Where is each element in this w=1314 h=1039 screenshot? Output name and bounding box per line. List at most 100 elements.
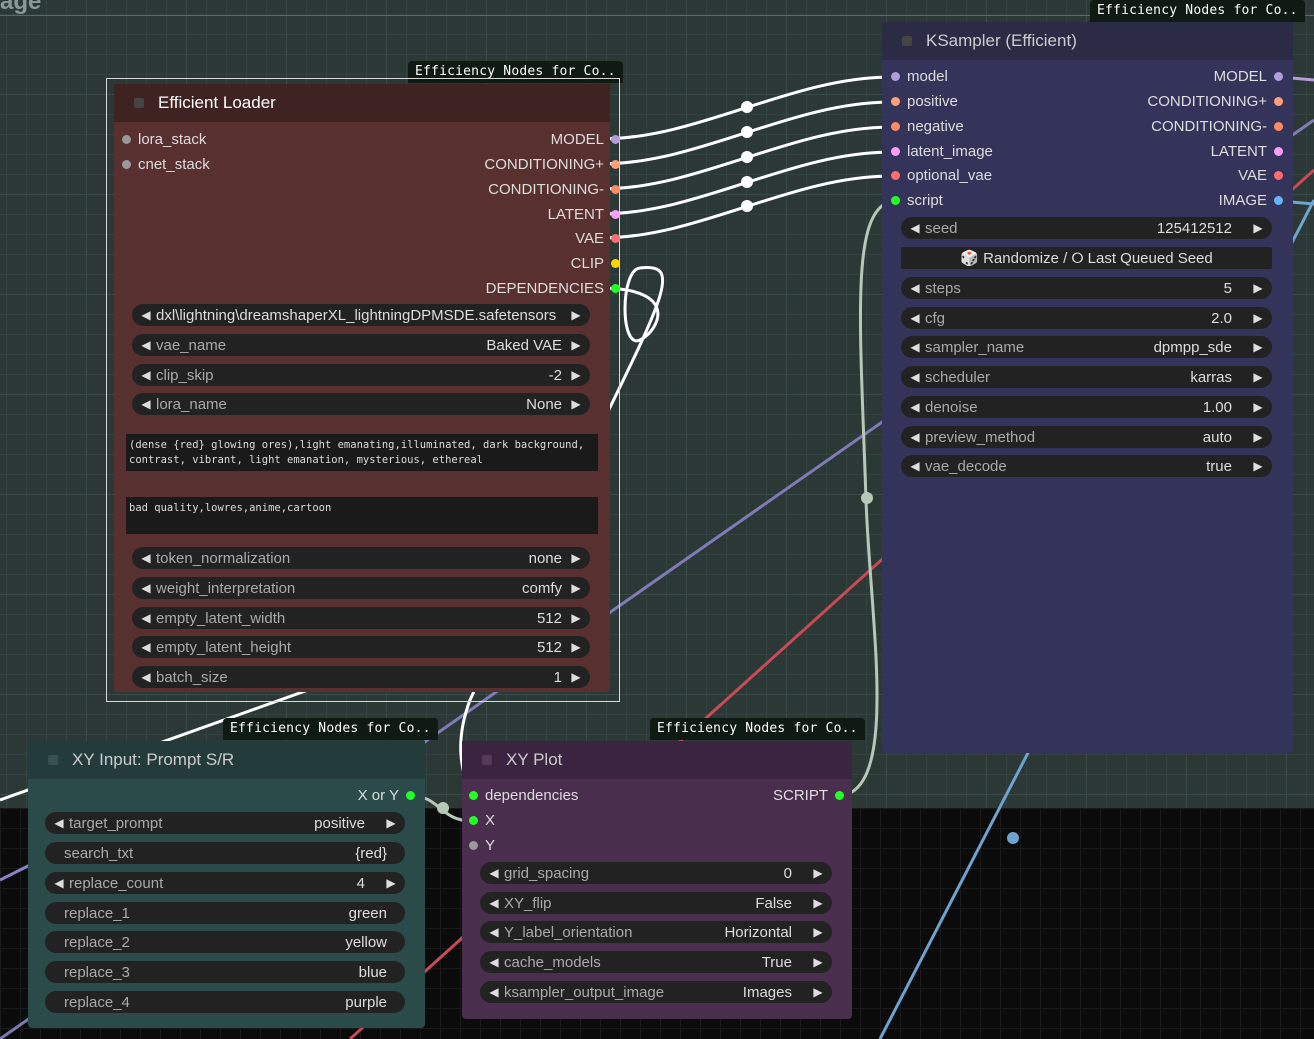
input-slot-lora-stack[interactable]: lora_stack	[120, 130, 206, 150]
steps-number[interactable]: ◀ steps 5 ▶	[901, 277, 1272, 299]
y-label-orientation-combo[interactable]: ◀ Y_label_orientation Horizontal ▶	[480, 921, 832, 943]
vae-decode-combo[interactable]: ◀ vae_decode true ▶	[901, 455, 1272, 477]
increment-arrow-icon[interactable]: ▶	[810, 925, 826, 939]
decrement-arrow-icon[interactable]: ◀	[486, 896, 502, 910]
decrement-arrow-icon[interactable]: ◀	[907, 340, 923, 354]
output-slot-x-or-y[interactable]: X or Y	[358, 786, 415, 806]
output-slot-vae[interactable]: VAE	[575, 229, 620, 249]
output-slot-image[interactable]: IMAGE	[1219, 191, 1283, 211]
increment-arrow-icon[interactable]: ▶	[1250, 400, 1266, 414]
efficient-loader-title-bar[interactable]: Efficient Loader	[114, 84, 610, 122]
input-slot-x[interactable]: X	[467, 811, 495, 831]
decrement-arrow-icon[interactable]: ◀	[907, 430, 923, 444]
negative-prompt-textarea[interactable]: bad quality,lowres,anime,cartoon	[126, 497, 598, 534]
increment-arrow-icon[interactable]: ▶	[568, 581, 584, 595]
input-slot-y[interactable]: Y	[467, 836, 495, 856]
ckpt-name-combo[interactable]: ◀ dxl\lightning\dreamshaperXL_lightningD…	[132, 304, 590, 326]
output-slot-latent[interactable]: LATENT	[1211, 142, 1283, 162]
target-prompt-combo[interactable]: ◀ target_prompt positive ▶	[45, 812, 405, 834]
ksampler-title-bar[interactable]: KSampler (Efficient)	[882, 22, 1293, 60]
decrement-arrow-icon[interactable]: ◀	[486, 955, 502, 969]
decrement-arrow-icon[interactable]: ◀	[907, 311, 923, 325]
slot-dot-icon[interactable]	[469, 816, 478, 825]
positive-prompt-textarea[interactable]: (dense {red} glowing ores),light emanati…	[126, 434, 598, 471]
increment-arrow-icon[interactable]: ▶	[1250, 370, 1266, 384]
increment-arrow-icon[interactable]: ▶	[810, 896, 826, 910]
clip-skip-number[interactable]: ◀ clip_skip -2 ▶	[132, 364, 590, 386]
randomize-seed-button[interactable]: 🎲 Randomize / ⭘ Last Queued Seed	[901, 247, 1272, 269]
increment-arrow-icon[interactable]: ▶	[1250, 311, 1266, 325]
input-slot-cnet-stack[interactable]: cnet_stack	[120, 155, 210, 175]
decrement-arrow-icon[interactable]: ◀	[486, 985, 502, 999]
decrement-arrow-icon[interactable]: ◀	[907, 281, 923, 295]
slot-dot-icon[interactable]	[611, 234, 620, 243]
increment-arrow-icon[interactable]: ▶	[568, 397, 584, 411]
denoise-number[interactable]: ◀ denoise 1.00 ▶	[901, 396, 1272, 418]
sampler-name-combo[interactable]: ◀ sampler_name dpmpp_sde ▶	[901, 336, 1272, 358]
slot-dot-icon[interactable]	[891, 97, 900, 106]
slot-dot-icon[interactable]	[611, 160, 620, 169]
slot-dot-icon[interactable]	[469, 841, 478, 850]
replace-1-field[interactable]: replace_1 green	[45, 902, 405, 924]
slot-dot-icon[interactable]	[122, 160, 131, 169]
collapse-toggle-icon[interactable]	[482, 755, 492, 765]
slot-dot-icon[interactable]	[611, 185, 620, 194]
search-txt-field[interactable]: search_txt {red}	[45, 842, 405, 864]
output-slot-script[interactable]: SCRIPT	[773, 786, 844, 806]
collapse-toggle-icon[interactable]	[134, 98, 144, 108]
increment-arrow-icon[interactable]: ▶	[810, 866, 826, 880]
input-slot-negative[interactable]: negative	[889, 117, 964, 137]
decrement-arrow-icon[interactable]: ◀	[907, 459, 923, 473]
empty-latent-height-number[interactable]: ◀ empty_latent_height 512 ▶	[132, 636, 590, 658]
input-slot-optional-vae[interactable]: optional_vae	[889, 166, 992, 186]
seed-number[interactable]: ◀ seed 125412512 ▶	[901, 217, 1272, 239]
input-slot-latent-image[interactable]: latent_image	[889, 142, 993, 162]
decrement-arrow-icon[interactable]: ◀	[138, 397, 154, 411]
decrement-arrow-icon[interactable]: ◀	[138, 640, 154, 654]
replace-count-number[interactable]: ◀ replace_count 4 ▶	[45, 872, 405, 894]
decrement-arrow-icon[interactable]: ◀	[138, 670, 154, 684]
replace-2-field[interactable]: replace_2 yellow	[45, 931, 405, 953]
decrement-arrow-icon[interactable]: ◀	[486, 866, 502, 880]
increment-arrow-icon[interactable]: ▶	[568, 670, 584, 684]
input-slot-dependencies[interactable]: dependencies	[467, 786, 578, 806]
output-slot-dependencies[interactable]: DEPENDENCIES	[486, 279, 620, 299]
decrement-arrow-icon[interactable]: ◀	[138, 581, 154, 595]
increment-arrow-icon[interactable]: ▶	[1250, 340, 1266, 354]
increment-arrow-icon[interactable]: ▶	[568, 551, 584, 565]
decrement-arrow-icon[interactable]: ◀	[138, 368, 154, 382]
collapse-toggle-icon[interactable]	[48, 755, 58, 765]
decrement-arrow-icon[interactable]: ◀	[907, 370, 923, 384]
slot-dot-icon[interactable]	[1274, 72, 1283, 81]
decrement-arrow-icon[interactable]: ◀	[907, 221, 923, 235]
slot-dot-icon[interactable]	[1274, 122, 1283, 131]
decrement-arrow-icon[interactable]: ◀	[138, 611, 154, 625]
slot-dot-icon[interactable]	[891, 147, 900, 156]
decrement-arrow-icon[interactable]: ◀	[51, 876, 67, 890]
slot-dot-icon[interactable]	[835, 791, 844, 800]
slot-dot-icon[interactable]	[891, 171, 900, 180]
slot-dot-icon[interactable]	[469, 791, 478, 800]
output-slot-model[interactable]: MODEL	[1214, 67, 1283, 87]
slot-dot-icon[interactable]	[891, 72, 900, 81]
increment-arrow-icon[interactable]: ▶	[568, 368, 584, 382]
increment-arrow-icon[interactable]: ▶	[383, 816, 399, 830]
slot-dot-icon[interactable]	[1274, 196, 1283, 205]
increment-arrow-icon[interactable]: ▶	[1250, 459, 1266, 473]
cache-models-combo[interactable]: ◀ cache_models True ▶	[480, 951, 832, 973]
scheduler-combo[interactable]: ◀ scheduler karras ▶	[901, 366, 1272, 388]
slot-dot-icon[interactable]	[1274, 171, 1283, 180]
input-slot-model[interactable]: model	[889, 67, 948, 87]
increment-arrow-icon[interactable]: ▶	[568, 640, 584, 654]
slot-dot-icon[interactable]	[406, 791, 415, 800]
decrement-arrow-icon[interactable]: ◀	[51, 816, 67, 830]
decrement-arrow-icon[interactable]: ◀	[138, 308, 154, 322]
decrement-arrow-icon[interactable]: ◀	[907, 400, 923, 414]
replace-4-field[interactable]: replace_4 purple	[45, 991, 405, 1013]
slot-dot-icon[interactable]	[611, 135, 620, 144]
output-slot-vae[interactable]: VAE	[1238, 166, 1283, 186]
empty-latent-width-number[interactable]: ◀ empty_latent_width 512 ▶	[132, 607, 590, 629]
output-slot-model[interactable]: MODEL	[551, 130, 620, 150]
output-slot-conditioning-pos[interactable]: CONDITIONING+	[484, 155, 620, 175]
xy-flip-combo[interactable]: ◀ XY_flip False ▶	[480, 892, 832, 914]
